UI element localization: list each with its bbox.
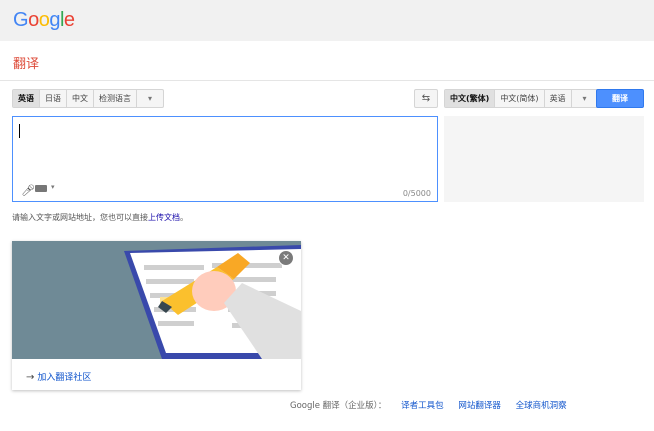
top-bar: Google	[0, 0, 654, 41]
source-lang-japanese[interactable]: 日语	[40, 90, 67, 107]
arrow-right-icon: →	[26, 372, 35, 383]
sub-header: 翻译	[0, 41, 654, 81]
community-card: ✕ → 加入翻译社区	[12, 241, 301, 390]
source-lang-detect[interactable]: 检测语言	[94, 90, 137, 107]
source-language-selector: 英语 日语 中文 检测语言 ▾	[12, 89, 164, 108]
keyboard-dropdown-icon[interactable]: ▾	[51, 183, 55, 191]
character-counter: 0/5000	[402, 189, 431, 198]
source-lang-chinese[interactable]: 中文	[67, 90, 94, 107]
footer-brand: Google 翻译（企业版）：	[290, 401, 387, 411]
target-lang-simplified-chinese[interactable]: 中文(简体)	[495, 90, 545, 107]
page-title: 翻译	[13, 57, 40, 72]
microphone-icon[interactable]: 🎤︎	[21, 184, 35, 197]
logo-letter: g	[49, 9, 60, 31]
target-lang-traditional-chinese[interactable]: 中文(繁体)	[445, 90, 496, 107]
source-lang-english[interactable]: 英语	[13, 90, 40, 107]
join-community-link[interactable]: → 加入翻译社区	[26, 370, 91, 383]
footer-link-website-translator[interactable]: 网站翻译器	[458, 401, 501, 411]
swap-languages-button[interactable]: ⇆	[414, 89, 438, 108]
source-text-input[interactable]: 🎤︎ ▾ 0/5000	[12, 116, 438, 202]
upload-document-link[interactable]: 上传文档	[148, 213, 180, 222]
community-illustration: ✕	[12, 241, 301, 359]
logo-letter: e	[63, 9, 75, 31]
logo-letter: o	[28, 9, 39, 31]
target-language-selector: 中文(繁体) 中文(简体) 英语 ▾	[444, 89, 599, 108]
keyboard-icon[interactable]	[35, 185, 47, 192]
target-lang-english[interactable]: 英语	[545, 90, 572, 107]
source-lang-dropdown-icon[interactable]: ▾	[137, 90, 163, 107]
text-caret	[19, 124, 20, 138]
translate-button[interactable]: 翻译	[596, 89, 644, 108]
translation-output	[444, 116, 644, 202]
input-hint: 请输入文字或网站地址，您也可以直接上传文档。	[12, 213, 188, 222]
logo-letter: o	[38, 9, 50, 31]
swap-icon: ⇆	[421, 93, 431, 104]
footer-link-global-market-finder[interactable]: 全球商机洞察	[516, 401, 567, 411]
footer-link-translator-toolkit[interactable]: 译者工具包	[401, 401, 444, 411]
target-lang-dropdown-icon[interactable]: ▾	[572, 90, 598, 107]
footer: Google 翻译（企业版）： 译者工具包 网站翻译器 全球商机洞察	[290, 399, 567, 411]
close-card-icon[interactable]: ✕	[278, 250, 294, 266]
logo-letter: G	[13, 9, 29, 31]
google-logo[interactable]: Google	[13, 9, 75, 32]
